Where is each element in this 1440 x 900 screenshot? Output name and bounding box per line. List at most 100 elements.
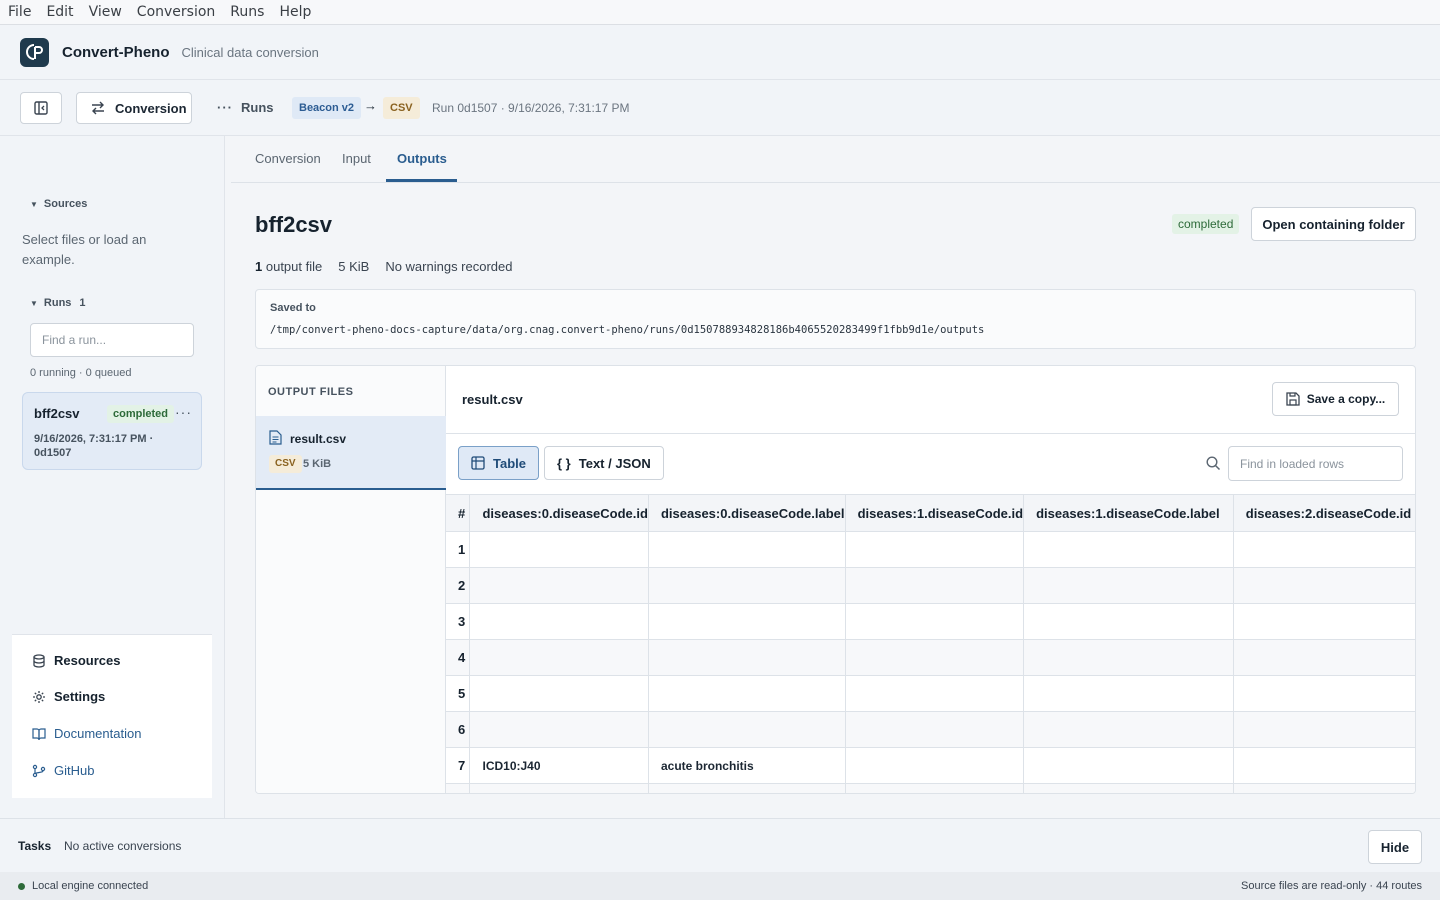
menu-edit[interactable]: Edit — [46, 4, 73, 20]
column-header[interactable]: # — [446, 494, 471, 532]
runs-link[interactable]: ··· Runs — [217, 100, 274, 115]
run-card[interactable]: bff2csv completed ··· 9/16/2026, 7:31:17… — [22, 392, 202, 470]
git-branch-icon — [32, 764, 46, 777]
tab-input[interactable]: Input — [342, 151, 371, 166]
arrow-right-icon: → — [364, 98, 377, 113]
table-cell — [1023, 603, 1234, 640]
tab-conversion[interactable]: Conversion — [255, 151, 321, 166]
table-cell — [648, 639, 846, 676]
table-cell: acute bronchitis — [648, 747, 846, 784]
output-file-list: OUTPUT FILES result.csv CSV 5 KiB — [256, 366, 446, 793]
row-number: 7 — [446, 747, 471, 784]
book-icon — [32, 727, 46, 740]
tab-outputs[interactable]: Outputs — [397, 151, 447, 166]
table-row[interactable]: 5 — [446, 675, 1415, 712]
table-row[interactable]: 6 — [446, 711, 1415, 748]
from-format-badge: Beacon v2 — [292, 97, 362, 119]
run-status-badge: completed — [107, 405, 175, 423]
run-date: 9/16/2026, 7:31:17 PM · 0d1507 — [34, 433, 154, 459]
row-number: 2 — [446, 567, 471, 604]
find-rows-input[interactable] — [1228, 446, 1403, 481]
nav-resources[interactable]: Resources — [32, 653, 120, 668]
table-cell — [469, 639, 649, 676]
table-row[interactable]: 8 — [446, 783, 1415, 793]
total-size: 5 KiB — [338, 259, 370, 274]
column-header[interactable]: diseases:0.diseaseCode.label — [648, 494, 846, 532]
database-icon — [33, 653, 45, 668]
table-cell — [1023, 567, 1234, 604]
sources-hint: Select files or load an example. — [22, 232, 147, 267]
menu-file[interactable]: File — [8, 4, 31, 20]
hide-tasks-button[interactable]: Hide — [1368, 830, 1422, 864]
data-table-wrapper[interactable]: # diseases:0.diseaseCode.id diseases:0.d… — [446, 494, 1415, 793]
table-cell — [469, 711, 649, 748]
table-cell — [469, 531, 649, 568]
find-run-input[interactable] — [30, 323, 194, 357]
sources-section-header[interactable]: ▼ Sources — [30, 198, 87, 210]
conversion-button[interactable]: Conversion — [76, 92, 192, 124]
menu-view[interactable]: View — [89, 4, 122, 20]
table-cell — [1023, 639, 1234, 676]
table-mode-button[interactable]: Table — [458, 446, 539, 480]
runs-count: 1 — [79, 297, 86, 309]
status-bar: Local engine connected Source files are … — [0, 872, 1440, 900]
run-meta: Run 0d1507 · 9/16/2026, 7:31:17 PM — [432, 101, 630, 115]
menu-conversion[interactable]: Conversion — [137, 4, 216, 20]
nav-documentation[interactable]: Documentation — [32, 726, 141, 741]
table-cell — [845, 711, 1025, 748]
column-header[interactable]: diseases:2.diseaseCode.id — [1233, 494, 1415, 532]
table-cell — [1023, 783, 1234, 793]
table-cell — [1233, 783, 1415, 793]
sources-label: Sources — [43, 198, 88, 210]
file-name: result.csv — [290, 432, 347, 446]
table-cell — [648, 711, 846, 748]
cp-logo-icon — [25, 44, 43, 60]
runs-label: Runs — [43, 297, 72, 309]
table-cell — [469, 567, 649, 604]
nav-settings[interactable]: Settings — [32, 689, 105, 704]
table-row[interactable]: 1 — [446, 531, 1415, 568]
menu-help[interactable]: Help — [279, 4, 311, 20]
viewer-file-name: result.csv — [462, 392, 523, 407]
app-subtitle: Clinical data conversion — [181, 44, 319, 60]
nav-github[interactable]: GitHub — [32, 763, 94, 778]
to-format-badge: CSV — [383, 97, 420, 119]
runs-section-header[interactable]: ▼ Runs 1 — [30, 297, 86, 309]
viewer-toolbar: Table { } Text / JSON — [446, 434, 1415, 494]
table-cell — [648, 531, 846, 568]
column-header[interactable]: diseases:0.diseaseCode.id — [469, 494, 649, 532]
table-row[interactable]: 7 ICD10:J40 acute bronchitis — [446, 747, 1415, 784]
collapse-caret-icon: ▼ — [30, 298, 38, 308]
connection-status-dot — [18, 883, 25, 890]
file-count: 1 — [255, 259, 263, 274]
swap-icon — [92, 101, 104, 115]
table-cell — [845, 567, 1025, 604]
output-panel: OUTPUT FILES result.csv CSV 5 KiB result… — [255, 365, 1416, 794]
text-json-mode-button[interactable]: { } Text / JSON — [544, 446, 664, 480]
toggle-sidebar-button[interactable] — [20, 92, 62, 124]
table-cell — [648, 567, 846, 604]
table-row[interactable]: 2 — [446, 567, 1415, 604]
app-title: Convert-Pheno — [62, 43, 170, 61]
table-cell — [845, 783, 1025, 793]
table-cell — [845, 603, 1025, 640]
table-cell — [845, 639, 1025, 676]
nav-documentation-label: Documentation — [54, 726, 142, 741]
output-files-header: OUTPUT FILES — [268, 386, 354, 398]
column-header[interactable]: diseases:1.diseaseCode.label — [1023, 494, 1234, 532]
run-menu-button[interactable]: ··· — [175, 404, 192, 420]
table-row[interactable]: 4 — [446, 639, 1415, 676]
table-cell: ICD10:J40 — [469, 747, 649, 784]
table-row[interactable]: 3 — [446, 603, 1415, 640]
column-header[interactable]: diseases:1.diseaseCode.id — [845, 494, 1025, 532]
table-cell — [1023, 531, 1234, 568]
data-table: # diseases:0.diseaseCode.id diseases:0.d… — [446, 494, 1415, 793]
menu-runs[interactable]: Runs — [230, 4, 264, 20]
table-cell — [1233, 603, 1415, 640]
open-folder-button[interactable]: Open containing folder — [1251, 207, 1416, 241]
file-item[interactable]: result.csv CSV 5 KiB — [256, 416, 446, 490]
save-copy-button[interactable]: Save a copy... — [1272, 382, 1399, 416]
table-cell — [845, 747, 1025, 784]
table-cell — [648, 675, 846, 712]
table-cell — [469, 783, 649, 793]
